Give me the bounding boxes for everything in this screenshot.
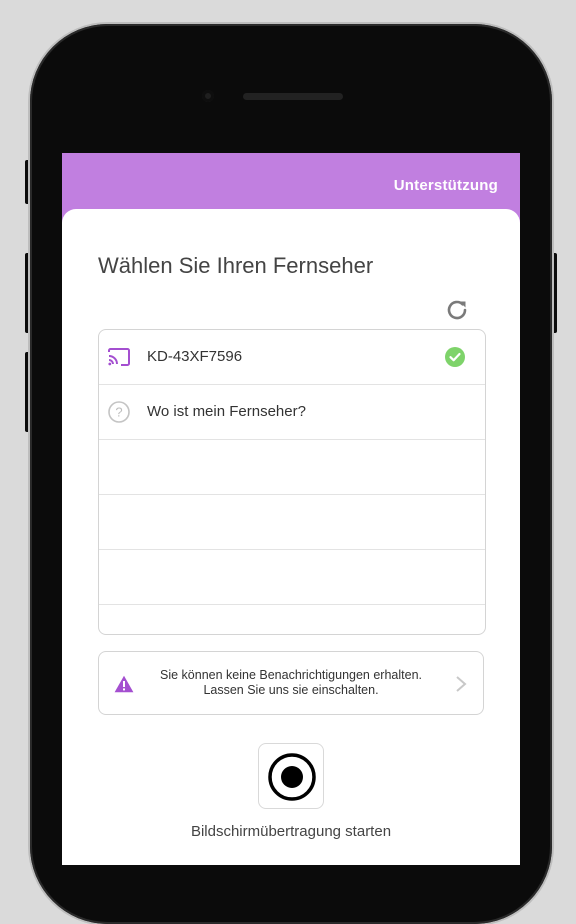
refresh-icon[interactable] <box>444 297 470 323</box>
app-screen: Unterstützung Wählen Sie Ihren Fernseher… <box>62 153 520 865</box>
content-card: Wählen Sie Ihren Fernseher KD-43XF7596 ?… <box>62 209 520 865</box>
front-camera <box>202 90 214 102</box>
empty-row <box>99 495 485 550</box>
device-help-label: Wo ist mein Fernseher? <box>147 403 306 420</box>
empty-row <box>99 440 485 495</box>
svg-text:?: ? <box>115 405 122 420</box>
record-icon <box>268 753 316 801</box>
support-link[interactable]: Unterstützung <box>394 177 498 194</box>
cast-icon <box>108 348 130 366</box>
chevron-right-icon <box>456 676 467 692</box>
notification-line-1: Sie können keine Benachrichtigungen erha… <box>160 668 422 682</box>
warning-icon <box>114 675 134 693</box>
notification-line-2: Lassen Sie uns sie einschalten. <box>203 683 379 697</box>
notification-banner[interactable]: Sie können keine Benachrichtigungen erha… <box>98 651 484 715</box>
check-circle-icon <box>445 347 465 367</box>
help-circle-icon: ? <box>108 401 130 423</box>
tv-device-list: KD-43XF7596 ? Wo ist mein Fernseher? <box>98 329 486 635</box>
start-screen-mirroring-button[interactable] <box>258 743 324 809</box>
empty-row <box>99 550 485 605</box>
page-title: Wählen Sie Ihren Fernseher <box>98 253 374 278</box>
device-row[interactable]: KD-43XF7596 <box>99 330 485 385</box>
device-name: KD-43XF7596 <box>147 348 243 365</box>
start-screen-mirroring-label: Bildschirmübertragung starten <box>190 823 392 840</box>
notification-text: Sie können keine Benachrichtigungen erha… <box>141 668 441 698</box>
device-row-help[interactable]: ? Wo ist mein Fernseher? <box>99 385 485 440</box>
earpiece-speaker <box>243 93 343 100</box>
